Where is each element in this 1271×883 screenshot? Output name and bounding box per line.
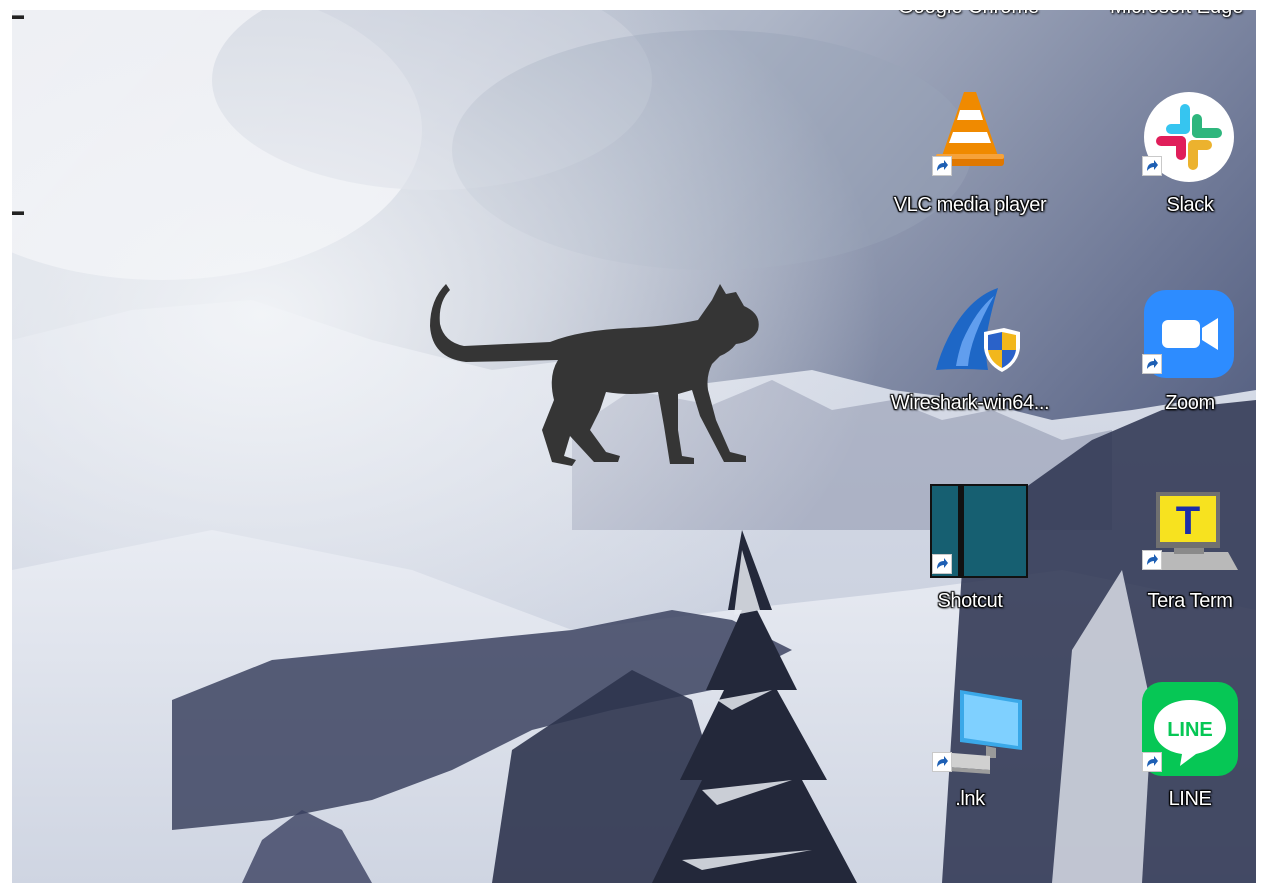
shortcut-arrow-icon [932, 156, 952, 176]
desktop-icon-label: Wireshark-win64... [890, 392, 1050, 414]
desktop-icon-label: Tera Term [1147, 590, 1233, 612]
desktop-icon-label: Slack [1166, 194, 1214, 216]
desktop-icon-zoom[interactable]: Zoom [1130, 288, 1250, 438]
svg-text:LINE: LINE [1167, 719, 1213, 741]
desktop-icon-label: Shotcut [937, 590, 1003, 612]
shortcut-arrow-icon [1142, 550, 1162, 570]
desktop-icon-label: LINE [1168, 788, 1212, 810]
svg-text:T: T [1176, 499, 1200, 543]
desktop-icon-wireshark[interactable]: Wireshark-win64... [891, 288, 1050, 438]
shortcut-arrow-icon [932, 554, 952, 574]
desktop[interactable]: ▬ ▬ Google Chrome Microsoft Edge VLC med… [12, 10, 1256, 883]
cat-silhouette-icon[interactable] [430, 280, 770, 470]
desktop-icon-label: VLC media player [893, 194, 1047, 216]
shortcut-arrow-icon [1142, 156, 1162, 176]
desktop-icon-shotcut[interactable]: Shotcut [910, 484, 1030, 634]
desktop-icon-label: Zoom [1165, 392, 1215, 414]
desktop-icon-slack[interactable]: Slack [1130, 90, 1250, 240]
edge-marker: ▬ [12, 10, 24, 22]
desktop-icon-vlc[interactable]: VLC media player [894, 90, 1047, 240]
desktop-icon-label-microsoft-edge[interactable]: Microsoft Edge [1110, 10, 1243, 19]
desktop-icon-line[interactable]: LINE LINE [1130, 682, 1250, 832]
shortcut-arrow-icon [932, 752, 952, 772]
desktop-icon-tera-term[interactable]: T Tera Term [1130, 484, 1250, 634]
desktop-icon-label: .lnk [955, 788, 985, 810]
desktop-icon-label-google-chrome[interactable]: Google Chrome [898, 10, 1039, 19]
vlc-cone-icon [910, 90, 1030, 190]
shortcut-arrow-icon [1142, 354, 1162, 374]
computer-monitor-icon [910, 682, 1030, 782]
shortcut-arrow-icon [1142, 752, 1162, 772]
desktop-icon-lnk[interactable]: .lnk [910, 682, 1030, 832]
edge-marker: ▬ [12, 204, 24, 218]
shotcut-icon [910, 484, 1030, 584]
wireshark-fin-icon [910, 288, 1030, 388]
